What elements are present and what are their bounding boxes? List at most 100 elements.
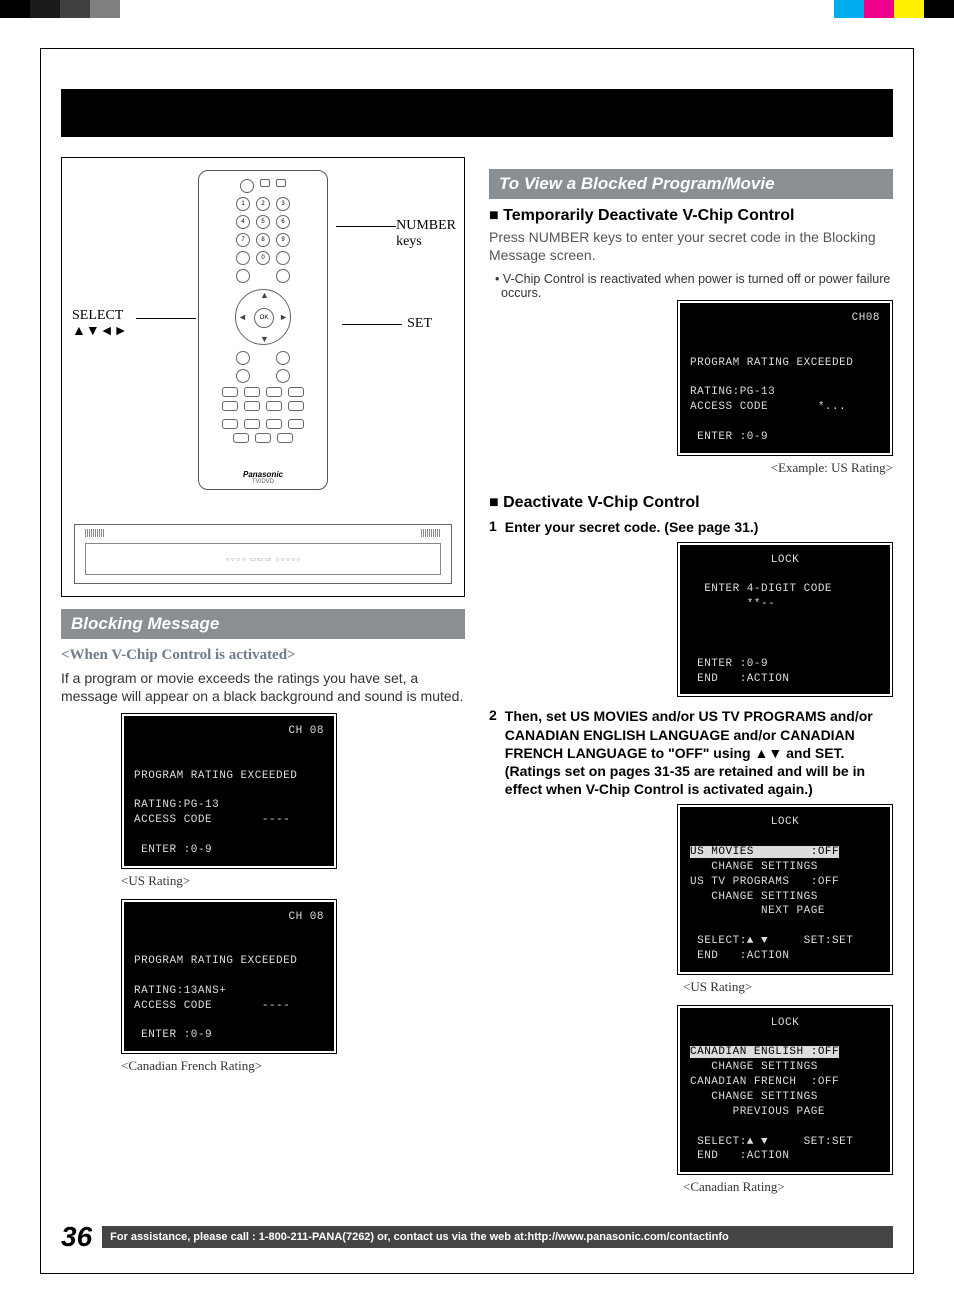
caption-example-us: <Example: US Rating> — [771, 460, 893, 476]
heading-deactivate: Deactivate V-Chip Control — [489, 494, 893, 512]
remote-button — [255, 433, 271, 443]
registration-color-bars — [0, 0, 954, 18]
callout-number-keys: NUMBER keys — [396, 218, 456, 250]
remote-button — [288, 419, 304, 429]
remote-button — [266, 387, 282, 397]
page-header-bar — [61, 89, 893, 137]
osd-line: ENTER :0-9 — [690, 658, 768, 670]
step-1: 1 Enter your secret code. (See page 31.) — [489, 518, 893, 536]
remote-button: 4 — [236, 215, 250, 229]
temp-deactivate-body: Press NUMBER keys to enter your secret c… — [489, 229, 893, 264]
osd-screenshot-canadian-french: CH 08 PROGRAM RATING EXCEEDED RATING:13A… — [121, 899, 337, 1055]
osd-line: PREVIOUS PAGE — [690, 1106, 825, 1118]
osd-line: US TV PROGRAMS :OFF — [690, 876, 839, 888]
page-number: 36 — [61, 1221, 92, 1253]
caption-canadian-rating: <Canadian Rating> — [683, 1179, 893, 1195]
step-2: 2 Then, set US MOVIES and/or US TV PROGR… — [489, 707, 893, 798]
temp-deactivate-note: • V-Chip Control is reactivated when pow… — [495, 272, 893, 300]
osd-line: NEXT PAGE — [690, 905, 825, 917]
page-footer: 36 For assistance, please call : 1-800-2… — [61, 1221, 893, 1253]
remote-button — [266, 401, 282, 411]
remote-button — [276, 369, 290, 383]
remote-button: 1 — [236, 197, 250, 211]
callout-line — [336, 226, 396, 227]
osd-title: LOCK — [690, 553, 880, 568]
osd-line: SELECT:▲ ▼ SET:SET — [690, 935, 853, 947]
osd-line: RATING:PG-13 — [690, 386, 775, 398]
callout-line — [342, 324, 402, 325]
right-column: To View a Blocked Program/Movie Temporar… — [489, 157, 893, 1205]
swatch — [864, 0, 894, 18]
remote-button — [222, 419, 238, 429]
remote-control-graphic: 123 456 789 0 ▲ ▼ ◄ ► OK — [198, 170, 328, 490]
osd-line: END :ACTION — [690, 673, 789, 685]
remote-button: 2 — [256, 197, 270, 211]
section-title-view-blocked: To View a Blocked Program/Movie — [489, 169, 893, 199]
remote-button — [276, 179, 286, 187]
osd-line: END :ACTION — [690, 1150, 789, 1162]
remote-button — [276, 269, 290, 283]
callout-set: SET — [407, 316, 432, 332]
osd-line: END :ACTION — [690, 950, 789, 962]
remote-button: 8 — [256, 233, 270, 247]
osd-screenshot-lock-canadian: LOCK CANADIAN ENGLISH :OFF CHANGE SETTIN… — [677, 1005, 893, 1175]
remote-button — [244, 387, 260, 397]
remote-button: 0 — [256, 251, 270, 265]
swatch — [30, 0, 60, 18]
osd-screenshot-lock-code: LOCK ENTER 4-DIGIT CODE **-- ENTER :0-9 … — [677, 542, 893, 698]
page-frame: SELECT ▲▼◄► NUMBER keys SET 123 456 789 … — [40, 48, 914, 1274]
caption-canadian-french-rating: <Canadian French Rating> — [121, 1058, 262, 1074]
osd-screenshot-us: CH 08 PROGRAM RATING EXCEEDED RATING:PG-… — [121, 713, 337, 869]
footer-assistance-bar: For assistance, please call : 1-800-211-… — [102, 1226, 893, 1248]
remote-button — [276, 351, 290, 365]
remote-button — [276, 251, 290, 265]
remote-button — [233, 433, 249, 443]
remote-button — [244, 419, 260, 429]
device-front-panel-graphic: ○ ○ ○ ○ ▭ ▭ ▭ ○ ○ ○ ○ ○ — [74, 524, 452, 584]
remote-model-label: TV/DVD — [252, 479, 274, 485]
osd-line: CHANGE SETTINGS — [690, 891, 818, 903]
osd-line: ENTER :0-9 — [134, 1029, 212, 1041]
osd-channel: CH 08 — [134, 724, 324, 739]
osd-line: PROGRAM RATING EXCEEDED — [690, 357, 853, 369]
osd-title: LOCK — [690, 1016, 880, 1031]
osd-line-selected: CANADIAN ENGLISH :OFF — [690, 1046, 839, 1058]
osd-line: CANADIAN FRENCH :OFF — [690, 1076, 839, 1088]
osd-line: SELECT:▲ ▼ SET:SET — [690, 1136, 853, 1148]
section-title-blocking-message: Blocking Message — [61, 609, 465, 639]
osd-line-selected: US MOVIES :OFF — [690, 846, 839, 858]
remote-button: 7 — [236, 233, 250, 247]
osd-screenshot-example: CH08 PROGRAM RATING EXCEEDED RATING:PG-1… — [677, 300, 893, 456]
osd-line: ENTER :0-9 — [690, 431, 768, 443]
swatch — [924, 0, 954, 18]
osd-line: CHANGE SETTINGS — [690, 861, 818, 873]
remote-button — [240, 179, 254, 193]
osd-line: ACCESS CODE ---- — [134, 814, 290, 826]
callout-select: SELECT ▲▼◄► — [72, 308, 127, 340]
arrow-right-icon: ► — [279, 312, 288, 322]
remote-button — [236, 369, 250, 383]
step-text: Then, set US MOVIES and/or US TV PROGRAM… — [505, 707, 893, 798]
swatch — [834, 0, 864, 18]
osd-line: PROGRAM RATING EXCEEDED — [134, 770, 297, 782]
subheading-vchip-activated: <When V-Chip Control is activated> — [61, 647, 465, 664]
osd-line: RATING:PG-13 — [134, 799, 219, 811]
osd-line: ENTER :0-9 — [134, 844, 212, 856]
remote-button — [260, 179, 270, 187]
remote-button — [244, 401, 260, 411]
remote-cursor-pad: ▲ ▼ ◄ ► OK — [235, 289, 291, 345]
swatch — [90, 0, 120, 18]
caption-us-rating: <US Rating> — [121, 873, 190, 889]
left-column: SELECT ▲▼◄► NUMBER keys SET 123 456 789 … — [61, 157, 465, 1205]
remote-button: 6 — [276, 215, 290, 229]
remote-brand-label: Panasonic — [243, 470, 283, 479]
remote-button — [266, 419, 282, 429]
osd-line: PROGRAM RATING EXCEEDED — [134, 955, 297, 967]
arrow-down-icon: ▼ — [260, 334, 269, 344]
blocking-message-description: If a program or movie exceeds the rating… — [61, 670, 465, 705]
callout-line — [136, 318, 196, 319]
swatch — [0, 0, 30, 18]
remote-button — [277, 433, 293, 443]
remote-illustration-panel: SELECT ▲▼◄► NUMBER keys SET 123 456 789 … — [61, 157, 465, 597]
osd-channel: CH 08 — [134, 910, 324, 925]
